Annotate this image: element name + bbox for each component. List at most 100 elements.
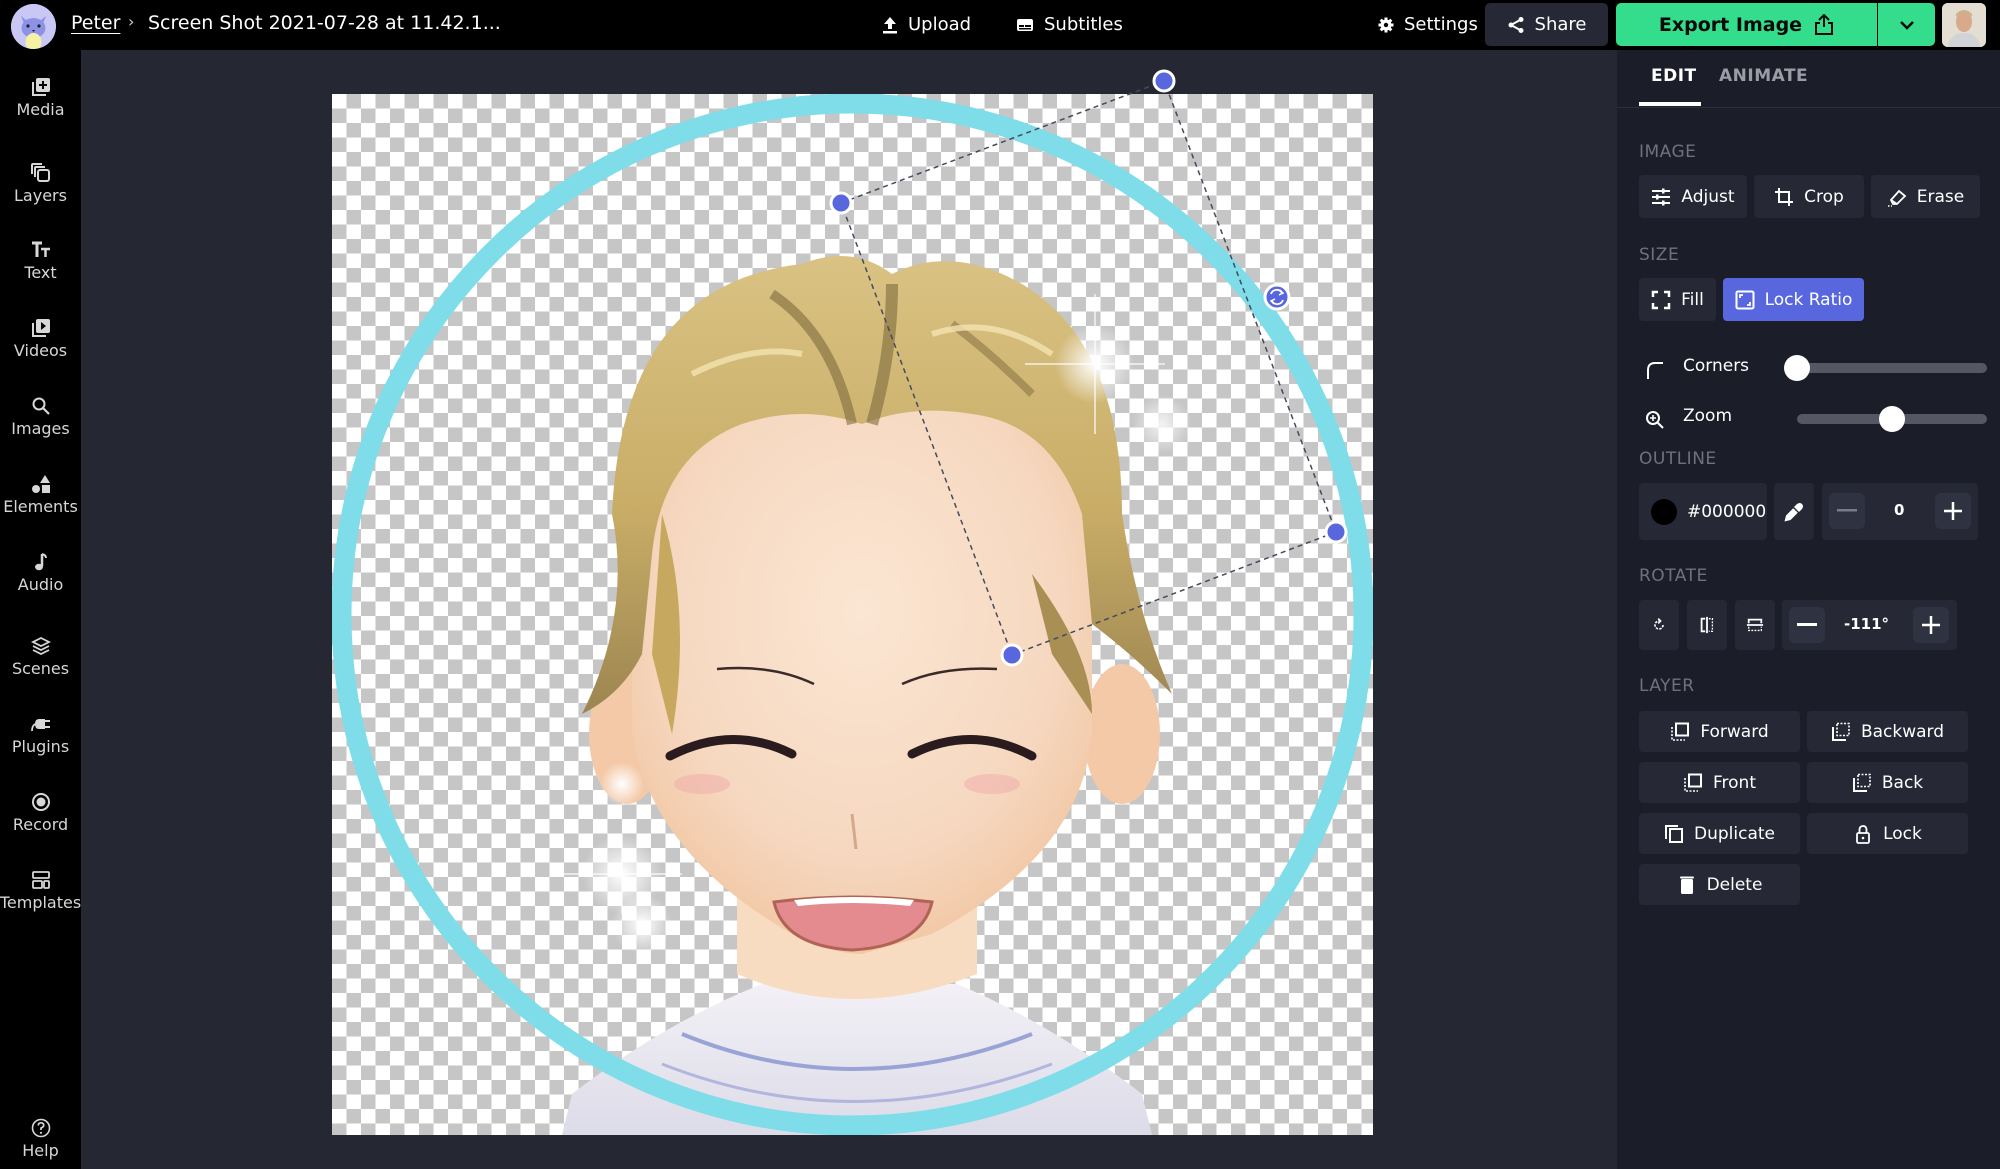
section-label-rotate: ROTATE: [1639, 566, 1708, 586]
lock-ratio-toggle[interactable]: Lock Ratio: [1723, 278, 1864, 321]
expand-corners-icon: [1651, 290, 1671, 309]
outline-width-increase[interactable]: [1935, 493, 1971, 529]
gear-icon: [1378, 17, 1394, 32]
properties-panel: EDIT ANIMATE IMAGE Adjust Crop Erase SIZ…: [1617, 50, 2000, 1169]
user-avatar[interactable]: [1942, 3, 1986, 47]
breadcrumb-separator: ›: [128, 12, 135, 31]
settings-button[interactable]: Settings: [1378, 3, 1478, 46]
duplicate-icon: [1665, 824, 1683, 843]
sidebar-item-videos[interactable]: Videos: [0, 318, 81, 360]
zoom-in-icon: [1646, 411, 1664, 429]
lock-icon: [1856, 824, 1871, 844]
bring-forward-button[interactable]: Forward: [1639, 711, 1800, 752]
rotate-handle[interactable]: [1263, 283, 1291, 311]
music-note-icon: [34, 553, 47, 571]
cat-logo-icon: [11, 4, 56, 49]
active-tab-indicator: [1639, 102, 1701, 106]
sidebar-item-plugins[interactable]: Plugins: [0, 714, 81, 756]
erase-button[interactable]: Erase: [1871, 175, 1980, 218]
section-label-image: IMAGE: [1639, 142, 1697, 162]
sidebar-item-images[interactable]: Images: [0, 396, 81, 438]
trash-icon: [1679, 876, 1694, 894]
sidebar-item-layers[interactable]: Layers: [0, 163, 81, 205]
help-circle-icon: [31, 1118, 50, 1138]
backward-label: Backward: [1860, 721, 1945, 742]
settings-label: Settings: [1404, 14, 1478, 35]
flip-vertical-button[interactable]: [1735, 600, 1775, 650]
resize-handle-top-right[interactable]: [1152, 69, 1176, 93]
corners-slider[interactable]: [1784, 355, 1987, 381]
section-label-layer: LAYER: [1639, 676, 1695, 696]
subtitles-button[interactable]: Subtitles: [1016, 3, 1123, 46]
export-options-dropdown[interactable]: [1878, 3, 1935, 46]
crop-label: Crop: [1804, 186, 1844, 207]
adjust-button[interactable]: Adjust: [1639, 175, 1747, 218]
share-label: Share: [1534, 14, 1587, 35]
plus-icon: [1922, 616, 1940, 634]
sidebar-label: Videos: [13, 341, 68, 360]
sidebar-label: Text: [24, 263, 57, 282]
image-layer[interactable]: [332, 94, 1373, 1135]
eraser-icon: [1887, 189, 1907, 207]
export-share-icon: [1815, 13, 1834, 35]
sidebar-item-scenes[interactable]: Scenes: [0, 636, 81, 678]
rotate-clockwise-icon: [1654, 618, 1664, 630]
resize-handle-bottom-right[interactable]: [1324, 520, 1348, 544]
delete-layer-button[interactable]: Delete: [1639, 864, 1800, 905]
send-backward-button[interactable]: Backward: [1807, 711, 1968, 752]
subtitles-icon: [1017, 18, 1033, 31]
sliders-adjust-icon: [1652, 188, 1671, 205]
rotation-decrease[interactable]: [1789, 607, 1825, 643]
send-to-back-icon: [1852, 773, 1871, 792]
sidebar-label: Audio: [17, 575, 64, 594]
tab-edit[interactable]: EDIT: [1651, 66, 1697, 86]
character-face: [632, 384, 1092, 954]
corners-slider-thumb[interactable]: [1784, 355, 1810, 381]
crop-icon: [1775, 187, 1794, 206]
flip-vertical-icon: [1746, 618, 1764, 632]
sidebar-item-record[interactable]: Record: [0, 792, 81, 834]
flip-horizontal-button[interactable]: [1687, 600, 1727, 650]
duplicate-button[interactable]: Duplicate: [1639, 813, 1800, 854]
lock-layer-button[interactable]: Lock: [1807, 813, 1968, 854]
breadcrumb-user-link[interactable]: Peter: [71, 12, 120, 34]
rotation-increase[interactable]: [1913, 607, 1949, 643]
upload-button[interactable]: Upload: [882, 3, 971, 46]
sidebar-item-media[interactable]: Media: [0, 77, 81, 119]
share-button[interactable]: Share: [1485, 3, 1608, 46]
crop-button[interactable]: Crop: [1754, 175, 1864, 218]
rotation-angle-stepper[interactable]: -111°: [1782, 600, 1957, 650]
fill-button[interactable]: Fill: [1639, 278, 1716, 321]
corners-label: Corners: [1683, 356, 1750, 376]
panel-tabs: EDIT ANIMATE: [1617, 50, 2000, 108]
eyedropper-button[interactable]: [1774, 483, 1814, 540]
resize-handle-bottom-left[interactable]: [1000, 643, 1024, 667]
tab-animate[interactable]: ANIMATE: [1719, 66, 1808, 86]
sidebar-item-elements[interactable]: Elements: [0, 474, 81, 516]
project-title[interactable]: Screen Shot 2021-07-28 at 11.42.1...: [148, 12, 501, 34]
rotate-90-button[interactable]: [1639, 600, 1679, 650]
aspect-ratio-icon: [1735, 290, 1755, 309]
outline-color-picker[interactable]: #000000: [1639, 483, 1767, 540]
zoom-slider-thumb[interactable]: [1879, 406, 1905, 432]
sidebar-item-help[interactable]: Help: [0, 1118, 81, 1160]
design-canvas[interactable]: [332, 94, 1373, 1135]
sidebar-item-audio[interactable]: Audio: [0, 552, 81, 594]
sidebar-label: Layers: [14, 186, 67, 205]
sidebar-item-text[interactable]: Text: [0, 240, 81, 282]
send-to-back-button[interactable]: Back: [1807, 762, 1968, 803]
bring-to-front-button[interactable]: Front: [1639, 762, 1800, 803]
shapes-icon: [31, 475, 50, 493]
zoom-slider[interactable]: [1797, 406, 1987, 432]
plus-icon: [1944, 502, 1962, 520]
app-logo-cat[interactable]: [11, 4, 56, 49]
outline-width-decrease[interactable]: [1829, 493, 1865, 529]
outline-width-stepper[interactable]: 0: [1822, 483, 1978, 540]
export-image-button[interactable]: Export Image: [1616, 3, 1877, 46]
section-label-outline: OUTLINE: [1639, 449, 1717, 469]
search-icon: [32, 397, 50, 415]
subtitles-label: Subtitles: [1044, 14, 1123, 35]
sidebar-item-templates[interactable]: Templates: [0, 870, 81, 912]
upload-label: Upload: [908, 14, 972, 35]
resize-handle-top-left[interactable]: [829, 191, 853, 215]
